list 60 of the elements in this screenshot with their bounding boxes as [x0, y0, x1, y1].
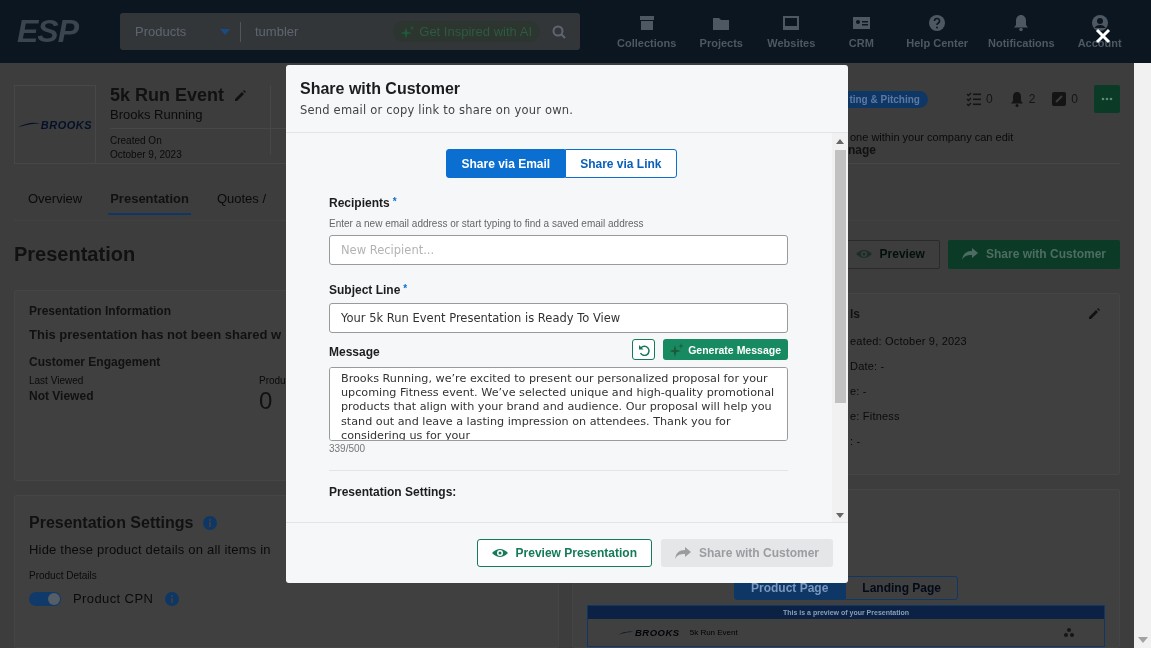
recipient-field[interactable]: New Recipient... [329, 235, 788, 265]
toggle-switch[interactable] [29, 591, 61, 606]
undo-icon [637, 343, 650, 356]
detail-line: : - [850, 435, 861, 447]
eye-icon [491, 547, 508, 559]
more-button[interactable] [1094, 85, 1120, 113]
id-card-icon [852, 14, 871, 32]
nav-link[interactable]: CRM [826, 14, 897, 49]
pencil-icon[interactable] [233, 88, 248, 103]
scroll-down-icon [1137, 637, 1148, 643]
dialog-subtitle: Send email or copy link to share on your own. [300, 103, 575, 117]
mode-tab[interactable]: Share via Link [565, 149, 677, 178]
tab[interactable]: Landing Page [845, 576, 958, 600]
scroll-up-icon [836, 139, 844, 144]
eye-icon [855, 248, 872, 260]
pencil-icon[interactable] [1087, 307, 1101, 321]
archive-icon [637, 14, 656, 32]
nav-link[interactable]: Account [1064, 14, 1135, 49]
nav-link[interactable]: Projects [686, 14, 757, 49]
section-label: Presentation Settings: [329, 485, 457, 499]
user-icon [1090, 14, 1109, 32]
mode-tab[interactable]: Share via Email [446, 149, 566, 178]
character-count: 339/500 [329, 443, 366, 454]
share-arrow-icon [674, 547, 691, 559]
nav-link[interactable]: Websites [756, 14, 827, 49]
required-mark: * [392, 196, 397, 209]
field-hint: Enter a new email address or start typing to find a saved email address [329, 218, 644, 229]
nav-link[interactable]: Collections [607, 14, 687, 49]
field-label: Subject Line [329, 283, 401, 297]
generate-message-button[interactable]: Generate Message [663, 339, 788, 360]
caret-down-icon [220, 28, 231, 35]
dialog-scrollbar[interactable] [832, 133, 848, 522]
info-icon [203, 516, 218, 530]
subject-field[interactable]: Your 5k Run Event Presentation is Ready To View [329, 303, 788, 333]
note-icon[interactable] [1051, 91, 1068, 107]
share-arrow-icon [961, 248, 978, 260]
brand-logo: BROOKS [635, 627, 680, 638]
sparkle-icon [401, 24, 416, 39]
search-icon[interactable] [552, 24, 566, 39]
scroll-down-icon [836, 513, 844, 518]
page-scrollbar[interactable] [1134, 63, 1151, 648]
brand-logo: BROOKS [40, 118, 93, 131]
bell-icon [1012, 14, 1031, 32]
checklist-icon[interactable] [965, 91, 982, 107]
field-label: Recipients [329, 196, 390, 210]
people-icon [1064, 628, 1074, 637]
share-button[interactable]: Share with Customer [947, 239, 1120, 269]
monitor-icon [782, 14, 801, 32]
ellipsis-icon [1101, 97, 1113, 101]
help-icon [928, 14, 947, 32]
reset-button[interactable] [632, 339, 656, 360]
bell-icon[interactable] [1008, 91, 1025, 107]
preview-button[interactable]: Preview Presentation [476, 539, 652, 567]
required-mark: * [403, 283, 408, 296]
nav-link[interactable]: Help Center [896, 14, 979, 49]
info-icon [165, 591, 180, 606]
field-label: Message [329, 345, 381, 360]
sparkle-icon [670, 342, 685, 357]
dialog-title: Share with Customer [300, 80, 462, 98]
nav-link[interactable]: Notifications [978, 14, 1065, 49]
